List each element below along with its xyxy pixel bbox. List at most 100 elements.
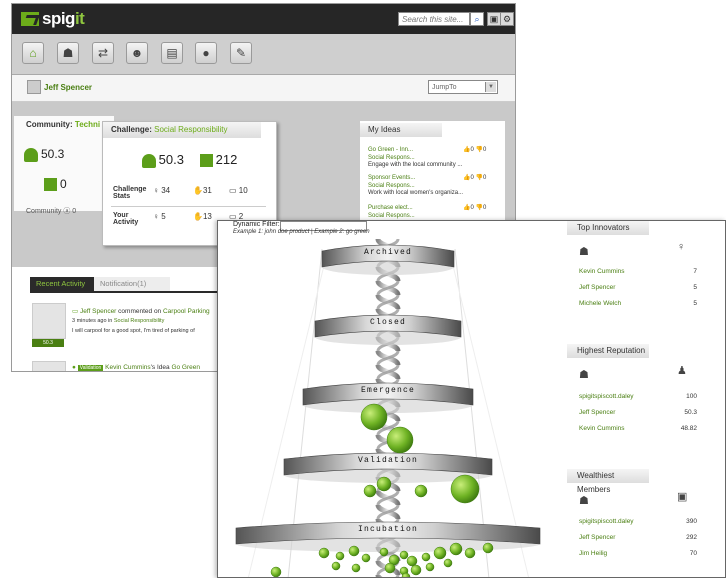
- leader-name[interactable]: Kevin Cummins: [579, 268, 625, 275]
- idea-bubble[interactable]: [348, 545, 360, 557]
- idea-bubble[interactable]: [270, 566, 282, 577]
- jumpto-select[interactable]: JumpTo ▼: [428, 80, 498, 94]
- bulb-icon: ♀: [153, 186, 159, 195]
- leader-value: 48.82: [680, 425, 697, 432]
- stage-badge: Validation: [77, 365, 104, 371]
- idea-bubble[interactable]: [318, 547, 330, 559]
- home-icon[interactable]: ⌂: [22, 42, 44, 64]
- avatar[interactable]: [32, 303, 66, 339]
- wallet-icon: ▣: [677, 491, 688, 503]
- idea-bubble[interactable]: [335, 551, 345, 561]
- leader-name[interactable]: spigitspiscott.daley: [579, 518, 634, 525]
- search-input[interactable]: Search this site...: [398, 12, 470, 26]
- leader-name[interactable]: spigitspiscott.daley: [579, 393, 634, 400]
- toolbar: ⌂ ☗ ⇄ ☻ ▤ ● ✎: [12, 34, 515, 75]
- search-icon[interactable]: ⌕: [470, 12, 484, 26]
- vote-counts: 👍0 👎0: [463, 175, 487, 181]
- idea-bubble[interactable]: [450, 474, 480, 504]
- idea-link[interactable]: Go Green: [171, 364, 200, 371]
- challenge-link[interactable]: Social Responsibility: [154, 125, 227, 134]
- community-footer: Community ⓐ 0: [26, 208, 77, 215]
- ideas-icon[interactable]: ☻: [126, 42, 148, 64]
- leader-name[interactable]: Jim Heilig: [579, 550, 607, 557]
- avatar[interactable]: [27, 80, 41, 94]
- idea-link[interactable]: Carpool Parking: [163, 308, 210, 315]
- idea-bubble[interactable]: [443, 558, 453, 568]
- challenge-link[interactable]: Social Responsibility: [114, 318, 164, 324]
- stage-ring-incubation[interactable]: Incubation: [235, 521, 541, 552]
- leader-name[interactable]: Jeff Spencer: [579, 534, 615, 541]
- leader-name[interactable]: Michele Welch: [579, 300, 621, 307]
- stage-ring-closed[interactable]: Closed: [314, 314, 462, 345]
- idea-bubble[interactable]: [384, 562, 396, 574]
- top-innovators-title: Top Innovators: [567, 221, 649, 235]
- idea-bubble[interactable]: [421, 552, 431, 562]
- leader-name[interactable]: Jeff Spencer: [579, 284, 615, 291]
- leader-name[interactable]: Jeff Spencer: [579, 409, 615, 416]
- idea-bubble[interactable]: [410, 564, 422, 576]
- challenge-stats: 50.3 212: [103, 152, 276, 168]
- comment-icon: ▭: [72, 308, 79, 315]
- list-item[interactable]: Purchase elect... Social Respons... 👍0 👎…: [368, 205, 486, 220]
- user-link[interactable]: Jeff Spencer: [80, 308, 116, 315]
- top-bar: spigit Search this site... ⌕ ▣ ⚙: [12, 4, 515, 34]
- idea-bubble[interactable]: [482, 542, 494, 554]
- stage-ring-archived[interactable]: Archived: [321, 244, 455, 275]
- idea-bubble[interactable]: [351, 563, 361, 573]
- vote-counts: 👍0 👎0: [463, 205, 487, 211]
- spigit-logo[interactable]: spigit: [21, 9, 85, 29]
- idea-bubble[interactable]: [363, 484, 377, 498]
- community-panel: [14, 116, 114, 211]
- comment-icon: ▭: [229, 186, 237, 195]
- idea-bubble[interactable]: [360, 403, 388, 431]
- idea-bubble[interactable]: [331, 561, 341, 571]
- avatar[interactable]: [32, 361, 66, 371]
- leader-name[interactable]: Kevin Cummins: [579, 425, 625, 432]
- stage-label: Emergence: [361, 386, 415, 395]
- people-icon: ☗: [579, 495, 589, 507]
- challenge-title: Challenge: Social Responsibility: [103, 122, 261, 138]
- divider: [111, 206, 266, 207]
- idea-bubble[interactable]: [414, 484, 428, 498]
- stage-ring-emergence[interactable]: Emergence: [302, 382, 474, 413]
- leader-value: 390: [686, 518, 697, 525]
- gear-icon[interactable]: ⚙: [500, 12, 514, 26]
- idea-bubble[interactable]: [376, 476, 392, 492]
- activity-line: ● Validation Kevin Cummins's Idea Go Gre…: [72, 364, 200, 371]
- tab-recent-activity[interactable]: Recent Activity: [30, 277, 94, 291]
- inbox-icon[interactable]: ▣: [487, 12, 501, 26]
- swap-icon[interactable]: ⇄: [92, 42, 114, 64]
- leader-value: 7: [693, 268, 697, 275]
- user-link[interactable]: Kevin Cummins: [105, 364, 151, 371]
- idea-bubble[interactable]: [464, 547, 476, 559]
- idea-funnel-window: Dynamic Filter: Example 1: john doe prod…: [217, 220, 726, 578]
- idea-bubble[interactable]: [361, 553, 371, 563]
- stage-label: Validation: [358, 456, 418, 465]
- leader-value: 292: [686, 534, 697, 541]
- idea-bubble[interactable]: [379, 547, 389, 557]
- stage-label: Incubation: [358, 525, 418, 534]
- people-icon: [141, 153, 156, 168]
- list-item[interactable]: Go Green - Inn... Social Respons... Enga…: [368, 147, 486, 170]
- tab-notifications[interactable]: Notification(1): [94, 277, 170, 291]
- idea-bubble[interactable]: [425, 562, 435, 572]
- idea-bubble[interactable]: [433, 546, 447, 560]
- community-link[interactable]: Techni: [75, 120, 100, 129]
- idea-bubble[interactable]: [399, 550, 409, 560]
- idea-bubble[interactable]: [449, 542, 463, 556]
- globe-icon[interactable]: ●: [195, 42, 217, 64]
- idea-funnel: Archived Closed Emergence Validation Incubat…: [235, 238, 541, 577]
- idea-bubble[interactable]: [406, 555, 418, 567]
- user-name-link[interactable]: Jeff Spencer: [44, 83, 92, 92]
- leader-value: 50.3: [684, 409, 697, 416]
- thumbs-icon: ✋: [193, 186, 203, 195]
- list-item[interactable]: Sponsor Events... Social Respons... Work…: [368, 175, 486, 198]
- media-icon[interactable]: ▤: [161, 42, 183, 64]
- idea-bubble[interactable]: [386, 426, 414, 454]
- your-ideas-stat: ♀ 5: [153, 212, 166, 221]
- wealthiest-members-title: Wealthiest Members: [567, 469, 649, 494]
- leaderboard-sidebar: Top Innovators ☗ ♀ Kevin Cummins 7 Jeff …: [567, 221, 725, 577]
- people-icon: ☗: [579, 369, 589, 381]
- people-icon[interactable]: ☗: [57, 42, 79, 64]
- edit-icon[interactable]: ✎: [230, 42, 252, 64]
